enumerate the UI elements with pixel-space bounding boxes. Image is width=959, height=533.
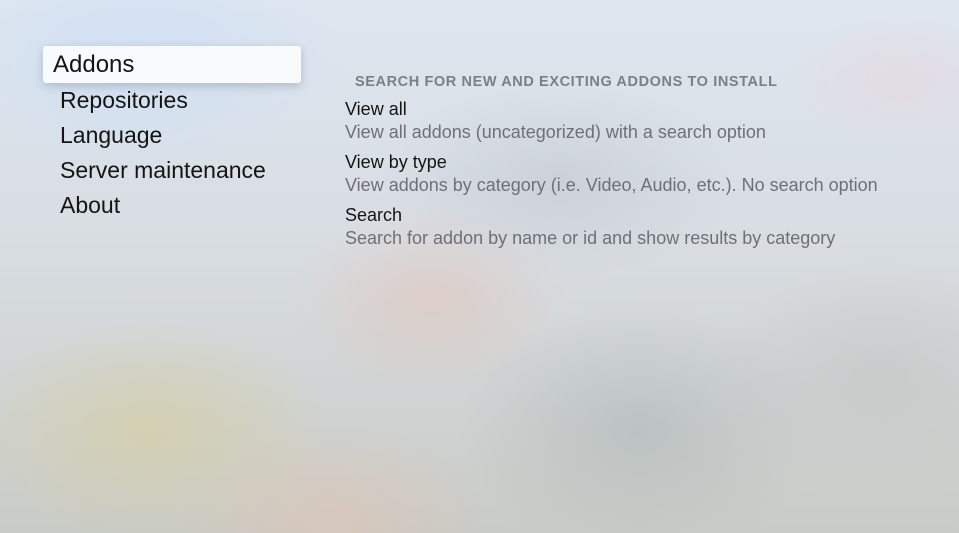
addons-panel: SEARCH FOR NEW AND EXCITING ADDONS TO IN…	[345, 70, 935, 257]
sidebar-item-addons[interactable]: Addons	[43, 46, 301, 83]
option-view-by-type[interactable]: View by type View addons by category (i.…	[345, 151, 935, 197]
option-title: View all	[345, 99, 407, 119]
sidebar-menu: Addons Repositories Language Server main…	[43, 46, 301, 223]
option-description: View addons by category (i.e. Video, Aud…	[345, 175, 878, 195]
option-description: Search for addon by name or id and show …	[345, 228, 836, 248]
sidebar-item-about[interactable]: About	[43, 188, 301, 223]
section-header: SEARCH FOR NEW AND EXCITING ADDONS TO IN…	[355, 74, 778, 90]
option-search[interactable]: Search Search for addon by name or id an…	[345, 204, 935, 250]
sidebar-item-language[interactable]: Language	[43, 118, 301, 153]
sidebar-item-server-maintenance[interactable]: Server maintenance	[43, 153, 301, 188]
option-title: Search	[345, 205, 403, 225]
option-title: View by type	[345, 152, 447, 172]
option-description: View all addons (uncategorized) with a s…	[345, 122, 766, 142]
sidebar-item-repositories[interactable]: Repositories	[43, 83, 301, 118]
option-view-all[interactable]: View all View all addons (uncategorized)…	[345, 98, 935, 144]
